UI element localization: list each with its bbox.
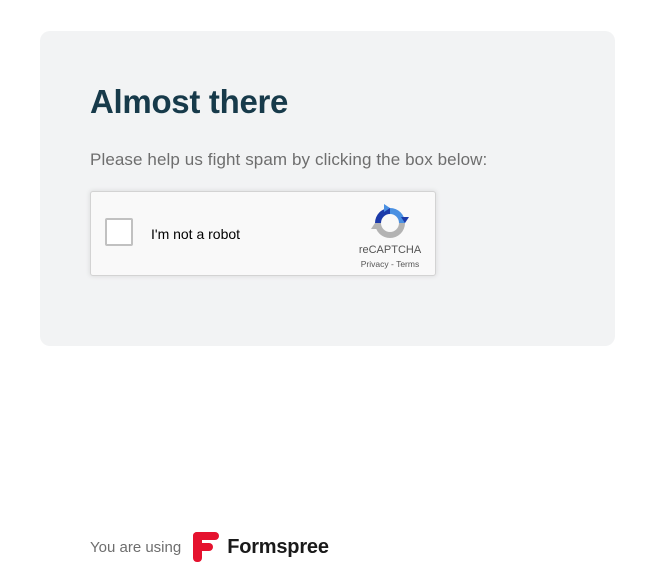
recaptcha-logo-icon [371,204,409,238]
formspree-logo[interactable]: Formspree [193,532,329,562]
privacy-link[interactable]: Privacy [361,259,389,269]
terms-link[interactable]: Terms [396,259,419,269]
recaptcha-brand: reCAPTCHA [358,244,422,256]
not-a-robot-checkbox[interactable] [105,218,133,246]
footer: You are using Formspree [90,532,329,562]
formspree-mark-icon [193,532,220,562]
page-title: Almost there [90,83,289,120]
recaptcha-links: Privacy - Terms [347,259,433,269]
links-separator: - [391,259,394,269]
formspree-wordmark: Formspree [227,535,329,558]
footer-using-text: You are using [90,538,182,556]
instructions-text: Please help us fight spam by clicking th… [90,150,488,169]
challenge-card: Almost there Please help us fight spam b… [40,31,615,346]
checkbox-label: I'm not a robot [151,226,241,242]
recaptcha-widget: I'm not a robot reCAPTCHA Privacy - Term… [90,191,436,276]
